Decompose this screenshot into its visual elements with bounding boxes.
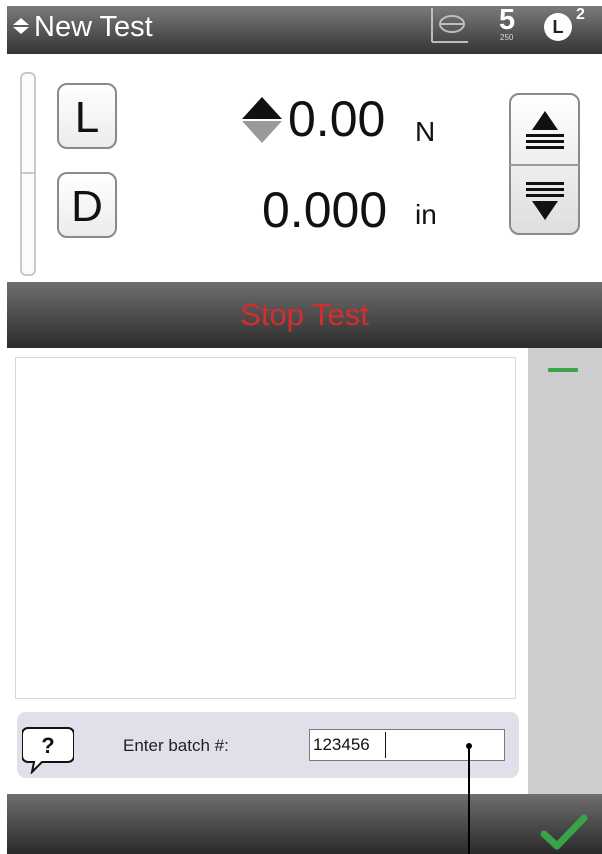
slider-mark [22, 172, 34, 174]
clock-icon[interactable]: L [544, 13, 572, 41]
jog-down-icon[interactable] [522, 178, 568, 224]
graph-axis-icon[interactable] [428, 6, 470, 46]
clock-letter: L [552, 17, 564, 37]
help-icon[interactable]: ? [22, 722, 74, 774]
results-list [15, 357, 516, 699]
jog-up-icon[interactable] [522, 108, 568, 154]
distance-unit: in [415, 199, 437, 230]
batch-input[interactable]: 123456 [309, 729, 505, 761]
checkmark-icon[interactable] [540, 812, 588, 852]
jog-divider [509, 164, 580, 166]
svg-text:?: ? [41, 733, 54, 758]
speed-sub-value: 250 [500, 33, 514, 42]
position-slider[interactable] [20, 72, 36, 276]
load-key-button[interactable]: L [57, 83, 117, 149]
updown-arrow-icon[interactable] [12, 18, 30, 34]
text-caret [385, 732, 386, 758]
load-direction-icon [242, 97, 282, 143]
distance-key-button[interactable]: D [57, 172, 117, 238]
scroll-handle[interactable] [548, 368, 578, 372]
page-title[interactable]: New Test [34, 9, 153, 45]
bottom-bar [7, 794, 602, 854]
side-scroll-panel[interactable] [528, 348, 602, 794]
stop-test-button[interactable]: Stop Test [7, 282, 602, 348]
batch-label: Enter batch #: [123, 736, 229, 755]
callout-line [468, 746, 470, 854]
load-unit: N [415, 116, 436, 147]
speed-value[interactable]: 5 [499, 3, 515, 37]
load-value: 0.00 [288, 91, 386, 147]
clock-count: 2 [576, 6, 585, 23]
distance-value: 0.000 [262, 182, 388, 238]
